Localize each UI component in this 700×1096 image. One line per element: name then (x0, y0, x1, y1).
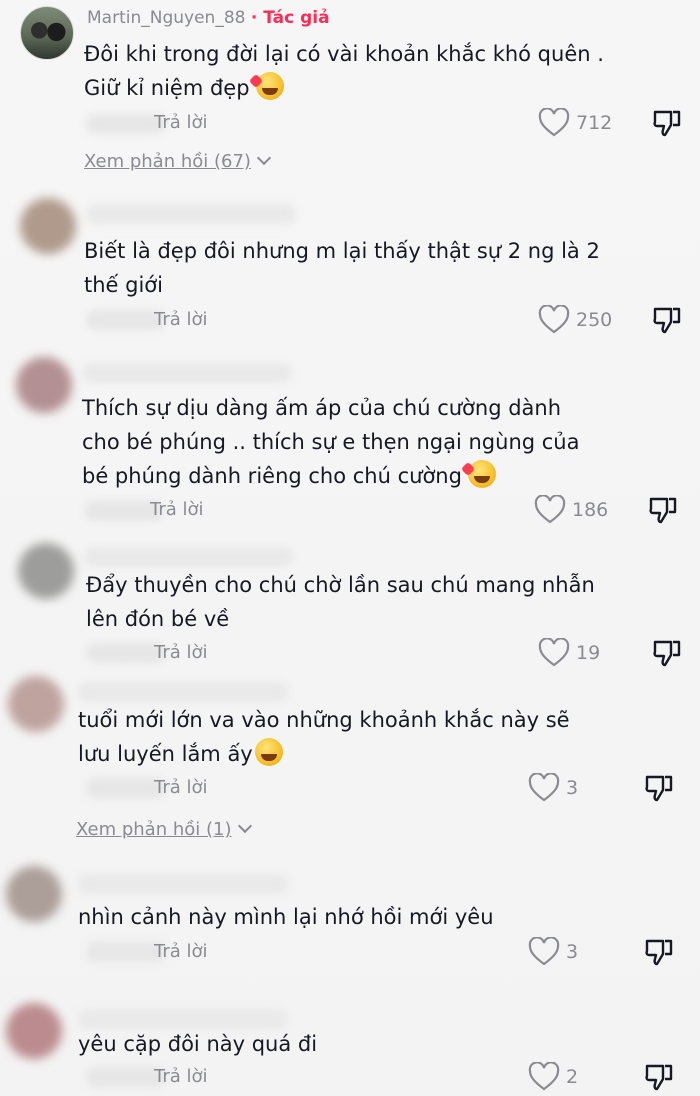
comment-text-line: lên đón bé về (86, 607, 230, 631)
heart-icon[interactable] (528, 937, 560, 967)
comment-item: Thích sự dịu dàng ấm áp của chú cường dà… (0, 345, 700, 535)
like-count: 2 (566, 1066, 579, 1088)
reply-button[interactable]: Trả lời (154, 112, 208, 133)
reply-button[interactable]: Trả lời (154, 941, 208, 962)
view-replies-button[interactable]: Xem phản hồi (67) (84, 150, 272, 172)
comment-item: nhìn cảnh này mình lại nhớ hồi mới yêu T… (0, 860, 700, 990)
comment-item: tuổi mới lớn va vào những khoảnh khắc nà… (0, 672, 700, 850)
like-count: 250 (576, 309, 613, 331)
smiling-face-with-hearts-emoji (255, 72, 284, 100)
like-count: 186 (572, 499, 609, 521)
thumbs-down-icon[interactable] (652, 638, 682, 668)
avatar[interactable] (20, 6, 74, 60)
comment-item: yêu cặp đôi này quá đi Trả lời 2 (0, 995, 700, 1096)
avatar[interactable] (16, 357, 72, 413)
comment-item: Đẩy thuyền cho chú chờ lần sau chú mang … (0, 535, 700, 675)
comment-text: Đẩy thuyền cho chú chờ lần sau chú mang … (86, 568, 646, 636)
thumbs-down-icon[interactable] (652, 108, 682, 138)
comment-text-line: nhìn cảnh này mình lại nhớ hồi mới yêu (78, 905, 494, 929)
thumbs-down-icon[interactable] (644, 1062, 674, 1092)
view-replies-label: Xem phản hồi (67) (84, 151, 251, 172)
comment-text-line: bé phúng dành riêng cho chú cường (82, 464, 462, 488)
comment-item: Biết là đẹp đôi nhưng m lại thấy thật sự… (0, 190, 700, 340)
comment-text-line: yêu cặp đôi này quá đi (78, 1032, 318, 1056)
comment-text: Thích sự dịu dàng ấm áp của chú cường dà… (82, 391, 642, 493)
reply-button[interactable]: Trả lời (150, 499, 204, 520)
like-count: 3 (566, 941, 579, 963)
comment-text-line: Đôi khi trong đời lại có vài khoản khắc … (84, 42, 604, 66)
heart-icon[interactable] (534, 495, 566, 525)
comment-text-line: Giữ kỉ niệm đẹp (84, 76, 250, 100)
reply-button[interactable]: Trả lời (154, 642, 208, 663)
thumbs-down-icon[interactable] (644, 773, 674, 803)
heart-icon[interactable] (528, 1062, 560, 1092)
comment-text: nhìn cảnh này mình lại nhớ hồi mới yêu (78, 900, 638, 934)
reply-button[interactable]: Trả lời (154, 777, 208, 798)
chevron-down-icon (256, 150, 272, 166)
smiling-face-with-hearts-emoji (467, 460, 496, 488)
reply-button[interactable]: Trả lời (154, 309, 208, 330)
comment-text-line: Thích sự dịu dàng ấm áp của chú cường dà… (82, 396, 562, 420)
comment-text-line: tuổi mới lớn va vào những khoảnh khắc nà… (78, 708, 570, 732)
avatar[interactable] (8, 676, 64, 732)
view-replies-label: Xem phản hồi (1) (76, 819, 232, 840)
comment-list: Martin_Nguyen_88 · Tác giả Đôi khi trong… (0, 0, 700, 1096)
chevron-down-icon (237, 818, 252, 834)
comment-text: tuổi mới lớn va vào những khoảnh khắc nà… (78, 703, 638, 771)
grinning-face-emoji (254, 738, 283, 766)
heart-icon[interactable] (538, 108, 570, 138)
comment-text-line: lưu luyến lắm ấy (78, 742, 253, 766)
comment-text: Biết là đẹp đôi nhưng m lại thấy thật sự… (84, 234, 644, 302)
comment-author[interactable]: Martin_Nguyen_88 · Tác giả (87, 8, 330, 28)
comment-item: Martin_Nguyen_88 · Tác giả Đôi khi trong… (0, 0, 700, 190)
view-replies-button[interactable]: Xem phản hồi (1) (76, 818, 252, 840)
comment-text-line: Biết là đẹp đôi nhưng m lại thấy thật sự… (84, 239, 600, 263)
thumbs-down-icon[interactable] (648, 495, 678, 525)
avatar[interactable] (6, 866, 62, 922)
comment-text-line: thế giới (84, 273, 163, 297)
heart-icon[interactable] (538, 305, 570, 335)
thumbs-down-icon[interactable] (652, 305, 682, 335)
avatar[interactable] (20, 198, 76, 254)
author-badge: · Tác giả (250, 8, 330, 28)
like-count: 712 (576, 112, 613, 134)
comment-text-line: cho bé phúng .. thích sự e thẹn ngại ngù… (82, 430, 580, 454)
like-count: 3 (566, 777, 579, 799)
thumbs-down-icon[interactable] (644, 937, 674, 967)
like-count: 19 (576, 642, 601, 664)
avatar[interactable] (6, 1003, 62, 1059)
comment-text: yêu cặp đôi này quá đi (78, 1027, 638, 1061)
avatar[interactable] (18, 543, 74, 599)
reply-button[interactable]: Trả lời (154, 1066, 208, 1087)
username[interactable]: Martin_Nguyen_88 (87, 8, 245, 28)
comment-text: Đôi khi trong đời lại có vài khoản khắc … (84, 37, 644, 105)
comment-text-line: Đẩy thuyền cho chú chờ lần sau chú mang … (86, 573, 595, 597)
heart-icon[interactable] (528, 773, 560, 803)
heart-icon[interactable] (538, 638, 570, 668)
